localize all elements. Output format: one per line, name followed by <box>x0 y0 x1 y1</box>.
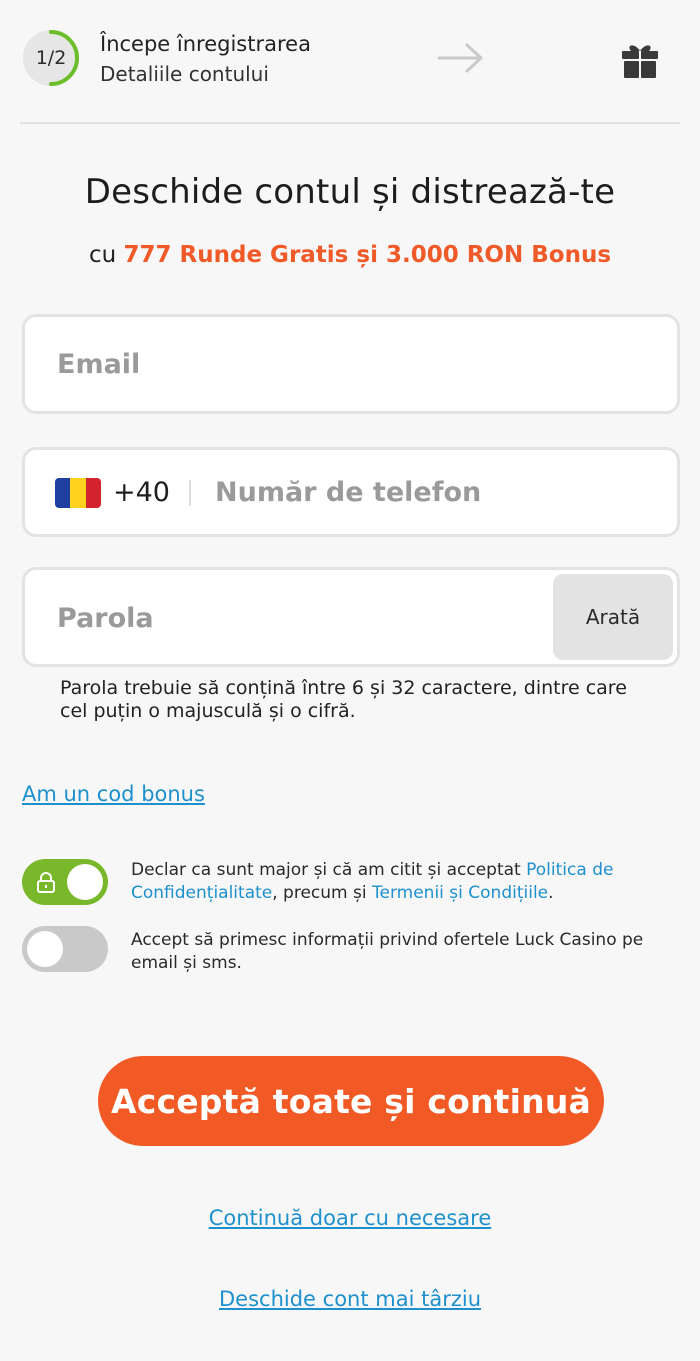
step-title: Începe înregistrarea <box>100 32 311 56</box>
country-code[interactable]: +40 <box>113 477 170 508</box>
header-divider <box>20 122 680 124</box>
toggle-knob <box>67 864 103 900</box>
password-placeholder: Parola <box>57 603 154 634</box>
bonus-code-link[interactable]: Am un cod bonus <box>22 782 205 806</box>
age-terms-consent-text: Declar ca sunt major și că am citit și a… <box>131 859 661 905</box>
password-hint: Parola trebuie să conțină între 6 și 32 … <box>60 677 627 722</box>
step-label: 1/2 <box>35 47 67 69</box>
accept-all-continue-button[interactable]: Acceptă toate și continuă <box>98 1056 604 1146</box>
phone-divider <box>189 480 191 506</box>
marketing-consent-text: Accept să primesc informații privind ofe… <box>131 930 644 973</box>
step-progress-indicator: 1/2 <box>22 29 80 87</box>
continue-necessary-link[interactable]: Continuă doar cu necesare <box>0 1206 700 1230</box>
consent-text-before: Declar ca sunt major și că am citit și a… <box>131 860 527 880</box>
marketing-toggle[interactable] <box>22 926 108 972</box>
gift-icon[interactable] <box>620 40 660 80</box>
password-field[interactable]: Parola Arată <box>22 567 680 667</box>
phone-field[interactable]: +40 Număr de telefon <box>22 447 680 537</box>
age-terms-toggle[interactable] <box>22 859 108 905</box>
terms-link[interactable]: Termenii și Condițiile <box>372 883 548 903</box>
email-placeholder: Email <box>57 349 141 380</box>
promo-prefix: cu <box>88 242 124 268</box>
email-field[interactable]: Email <box>22 314 680 414</box>
romania-flag-icon[interactable] <box>55 478 101 508</box>
registration-header: 1/2 Începe înregistrarea Detaliile contu… <box>0 0 700 122</box>
show-password-button[interactable]: Arată <box>553 574 673 660</box>
consent-text-after: . <box>548 883 554 903</box>
promo-highlight: 777 Runde Gratis și 3.000 RON Bonus <box>123 242 612 268</box>
arrow-right-icon[interactable] <box>436 40 486 76</box>
phone-placeholder: Număr de telefon <box>215 477 482 508</box>
promo-subline: cu 777 Runde Gratis și 3.000 RON Bonus <box>0 242 700 268</box>
promo-headline: Deschide contul și distrează-te <box>84 172 616 212</box>
step-subtitle: Detaliile contului <box>100 62 269 86</box>
toggle-knob <box>27 931 63 967</box>
open-account-later-link[interactable]: Deschide cont mai târziu <box>0 1287 700 1311</box>
lock-icon <box>37 872 55 893</box>
consent-text-middle: , precum și <box>272 883 372 903</box>
